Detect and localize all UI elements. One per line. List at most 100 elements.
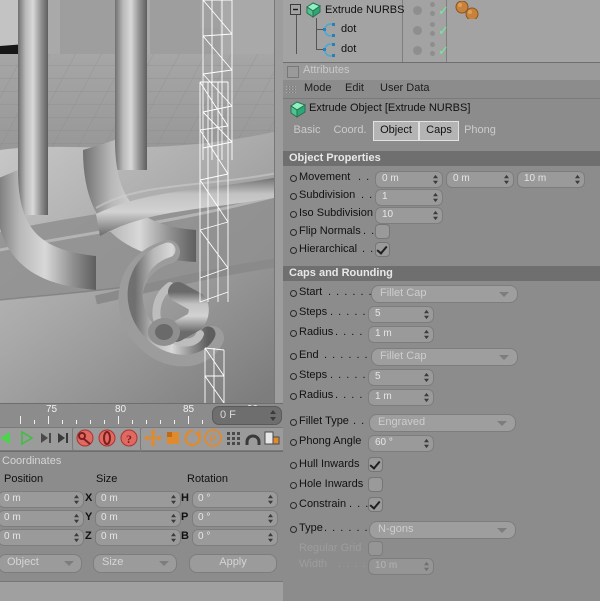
menu-item-mode[interactable]: Mode: [304, 82, 332, 94]
tab-object[interactable]: Object: [373, 121, 419, 141]
coordinate-mode-dropdown[interactable]: Object: [0, 554, 82, 573]
object-manager[interactable]: Extrude NURBS ✓ dot ✓ dot ✓: [283, 0, 600, 62]
grid-snap-icon[interactable]: [223, 428, 243, 448]
spinner-icon[interactable]: [171, 513, 176, 524]
spinner-icon[interactable]: [433, 174, 438, 185]
size-x-field[interactable]: 0 m: [95, 491, 181, 508]
spinner-icon[interactable]: [268, 532, 273, 543]
drag-grip-icon[interactable]: [286, 84, 297, 94]
end-steps-field[interactable]: 5: [368, 369, 434, 386]
spinner-icon[interactable]: [424, 309, 429, 320]
spinner-icon[interactable]: [74, 513, 79, 524]
spinner-icon[interactable]: [504, 174, 509, 185]
render-visibility-dot[interactable]: [430, 31, 435, 36]
movement-x-field[interactable]: 0 m: [375, 171, 443, 188]
workplane-icon[interactable]: [262, 428, 282, 448]
spinner-icon[interactable]: [424, 438, 429, 449]
spinner-icon[interactable]: [424, 329, 429, 340]
rotation-h-field[interactable]: 0 °: [192, 491, 278, 508]
spinner-icon[interactable]: [433, 192, 438, 203]
rotation-b-field[interactable]: 0 °: [192, 529, 278, 546]
size-mode-dropdown[interactable]: Size: [93, 554, 177, 573]
spinner-icon[interactable]: [268, 513, 273, 524]
spinner-icon[interactable]: [424, 561, 429, 572]
rotation-p-field[interactable]: 0 °: [192, 510, 278, 527]
width-field[interactable]: 10 m: [368, 558, 434, 575]
constrain-checkbox[interactable]: [368, 497, 383, 512]
autokey-icon[interactable]: [97, 428, 117, 448]
movement-z-field[interactable]: 10 m: [517, 171, 585, 188]
regular-grid-checkbox[interactable]: [368, 541, 383, 556]
spinner-icon[interactable]: [171, 494, 176, 505]
object-row-dot-2[interactable]: dot ✓: [283, 40, 600, 60]
tab-coord[interactable]: Coord.: [329, 121, 371, 139]
tab-phong[interactable]: Phong: [459, 121, 501, 139]
spinner-icon[interactable]: [424, 372, 429, 383]
magnet-icon[interactable]: [243, 428, 263, 448]
spinner-icon[interactable]: [433, 210, 438, 221]
spinner-icon[interactable]: [268, 494, 273, 505]
timeline-ruler[interactable]: 75 80 85 90 0 F: [0, 403, 283, 426]
end-cap-dropdown[interactable]: Fillet Cap: [371, 348, 518, 366]
start-cap-dropdown[interactable]: Fillet Cap: [371, 285, 518, 303]
record-key-icon[interactable]: [75, 428, 95, 448]
object-row-dot-1[interactable]: dot ✓: [283, 20, 600, 40]
spinner-icon[interactable]: [575, 174, 580, 185]
end-radius-field[interactable]: 1 m: [368, 389, 434, 406]
play-forward-icon[interactable]: [16, 428, 36, 448]
play-backward-icon[interactable]: [0, 428, 16, 448]
editor-visibility-dot[interactable]: [430, 42, 435, 47]
type-dropdown[interactable]: N-gons: [369, 521, 516, 539]
visibility-dot[interactable]: [413, 6, 422, 15]
step-forward-icon[interactable]: [36, 428, 56, 448]
tab-caps[interactable]: Caps: [419, 121, 459, 141]
spinner-icon[interactable]: [424, 392, 429, 403]
enabled-check-icon[interactable]: ✓: [438, 24, 449, 37]
viewport-3d[interactable]: [0, 0, 283, 403]
hierarchical-checkbox[interactable]: [375, 242, 390, 257]
hull-inwards-checkbox[interactable]: [368, 457, 383, 472]
attributes-menubar[interactable]: Mode Edit User Data: [283, 80, 600, 99]
position-y-field[interactable]: 0 m: [0, 510, 84, 527]
movement-y-field[interactable]: 0 m: [446, 171, 514, 188]
position-z-field[interactable]: 0 m: [0, 529, 84, 546]
fillet-type-dropdown[interactable]: Engraved: [369, 414, 516, 432]
keyframe-selection-icon[interactable]: ?: [119, 428, 139, 448]
rotate-icon[interactable]: [183, 428, 203, 448]
object-row-extrude-nurbs[interactable]: Extrude NURBS ✓: [283, 0, 600, 20]
visibility-dot[interactable]: [413, 46, 422, 55]
start-steps-field[interactable]: 5: [368, 306, 434, 323]
collapse-expander-icon[interactable]: [290, 4, 301, 15]
start-radius-field[interactable]: 1 m: [368, 326, 434, 343]
phong-angle-field[interactable]: 60 °: [368, 435, 434, 452]
render-visibility-dot[interactable]: [430, 11, 435, 16]
size-z-field[interactable]: 0 m: [95, 529, 181, 546]
editor-visibility-dot[interactable]: [430, 2, 435, 7]
phong-tag-icon[interactable]: [455, 1, 485, 19]
menu-item-edit[interactable]: Edit: [345, 82, 364, 94]
enabled-check-icon[interactable]: ✓: [438, 4, 449, 17]
parametric-icon[interactable]: P: [203, 428, 223, 448]
subdivision-field[interactable]: 1: [375, 189, 443, 206]
menu-item-user-data[interactable]: User Data: [380, 82, 430, 94]
position-x-field[interactable]: 0 m: [0, 491, 84, 508]
flip-normals-checkbox[interactable]: [375, 224, 390, 239]
spinner-icon[interactable]: [74, 494, 79, 505]
render-visibility-dot[interactable]: [430, 51, 435, 56]
apply-button[interactable]: Apply: [189, 554, 277, 573]
panel-toggle-icon[interactable]: [287, 66, 299, 78]
spinner-icon[interactable]: [171, 532, 176, 543]
iso-subdivision-field[interactable]: 10: [375, 207, 443, 224]
attribute-tabs[interactable]: Basic Coord. Object Caps Phong: [283, 121, 600, 141]
visibility-dot[interactable]: [413, 26, 422, 35]
spinner-icon[interactable]: [74, 532, 79, 543]
enabled-check-icon[interactable]: ✓: [438, 44, 449, 57]
hole-inwards-checkbox[interactable]: [368, 477, 383, 492]
spinner-icon[interactable]: [270, 410, 276, 421]
animation-toolbar[interactable]: ? P: [0, 425, 283, 451]
go-to-end-icon[interactable]: [54, 428, 74, 448]
size-y-field[interactable]: 0 m: [95, 510, 181, 527]
move-icon[interactable]: [143, 428, 163, 448]
current-frame-field[interactable]: 0 F: [212, 406, 282, 425]
tab-basic[interactable]: Basic: [287, 121, 327, 139]
